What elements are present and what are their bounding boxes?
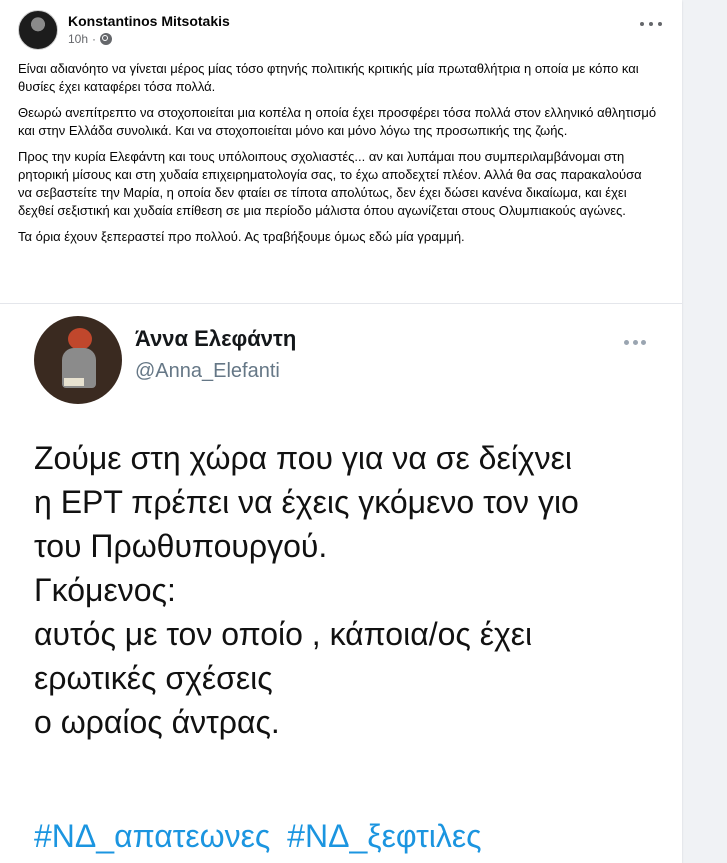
author-block: Konstantinos Mitsotakis 10h ·	[68, 12, 230, 46]
tweet-line: Γκόμενος:	[34, 572, 176, 608]
hashtag: #ΝΔ_ξεφτιλες	[287, 818, 482, 854]
tweet-line: η ΕΡΤ πρέπει να έχεις γκόμενο τον γιο	[34, 484, 579, 520]
tweet-text: Ζούμε στη χώρα που για να σε δείχνει η Ε…	[34, 436, 664, 744]
tweet-more-icon	[624, 340, 646, 346]
post-paragraph: Προς την κυρία Ελεφάντη και τους υπόλοιπ…	[18, 149, 642, 218]
post-paragraph: Είναι αδιανόητο να γίνεται μέρος μίας τό…	[18, 61, 639, 94]
post-card: Konstantinos Mitsotakis 10h · Είναι αδια…	[0, 0, 682, 863]
author-name[interactable]: Konstantinos Mitsotakis	[68, 12, 230, 30]
tweet-avatar	[34, 316, 122, 404]
tweet-line: ερωτικές σχέσεις	[34, 660, 273, 696]
post-paragraph: Θεωρώ ανεπίτρεπτο να στοχοποιείται μια κ…	[18, 105, 657, 138]
post-meta: 10h ·	[68, 32, 230, 46]
post-header: Konstantinos Mitsotakis 10h ·	[18, 10, 230, 50]
meta-separator: ·	[92, 32, 97, 46]
tweet-hashtags: #ΝΔ_απατεωνες #ΝΔ_ξεφτιλες	[34, 814, 490, 858]
embedded-tweet-image[interactable]: Άννα Ελεφάντη @Anna_Elefanti Ζούμε στη χ…	[0, 303, 682, 863]
author-avatar[interactable]	[18, 10, 58, 50]
post-body: Είναι αδιανόητο να γίνεται μέρος μίας τό…	[18, 60, 658, 254]
tweet-author-handle: @Anna_Elefanti	[135, 360, 280, 382]
hashtag: #ΝΔ_απατεωνες	[34, 818, 271, 854]
tweet-line: ο ωραίος άντρας.	[34, 704, 280, 740]
tweet-line: του Πρωθυπουργού.	[34, 528, 328, 564]
tweet-line: Ζούμε στη χώρα που για να σε δείχνει	[34, 440, 572, 476]
more-options-icon[interactable]	[640, 18, 662, 30]
tweet-line: αυτός με τον οποίο , κάποια/ος έχει	[34, 616, 533, 652]
post-paragraph: Τα όρια έχουν ξεπεραστεί προ πολλού. Ας …	[18, 229, 465, 244]
post-time[interactable]: 10h	[68, 32, 88, 46]
tweet-author-name: Άννα Ελεφάντη	[135, 326, 297, 351]
globe-icon[interactable]	[100, 33, 113, 45]
